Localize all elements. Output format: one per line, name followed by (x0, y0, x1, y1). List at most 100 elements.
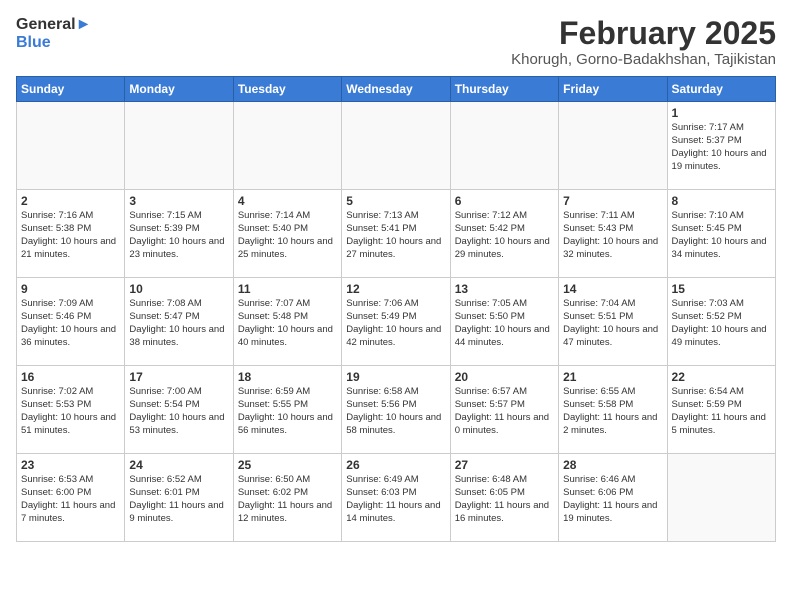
day-info: Sunrise: 6:49 AM Sunset: 6:03 PM Dayligh… (346, 474, 445, 525)
day-cell: 6 Sunrise: 7:12 AM Sunset: 5:42 PM Daylig… (450, 190, 558, 278)
calendar-title: February 2025 (511, 16, 776, 51)
day-number: 24 (129, 458, 228, 472)
day-info: Sunrise: 6:57 AM Sunset: 5:57 PM Dayligh… (455, 386, 554, 437)
day-cell: 12Sunrise: 7:06 AM Sunset: 5:49 PM Dayli… (342, 278, 450, 366)
day-cell (559, 102, 667, 190)
day-number: 21 (563, 370, 662, 384)
day-number: 9 (21, 282, 120, 296)
day-info: Sunrise: 7:07 AM Sunset: 5:48 PM Dayligh… (238, 298, 337, 349)
day-cell (233, 102, 341, 190)
page-header: General► Blue February 2025 Khorugh, Gor… (16, 16, 776, 68)
day-info: Sunrise: 7:09 AM Sunset: 5:46 PM Dayligh… (21, 298, 120, 349)
day-cell: 27 Sunrise: 6:48 AM Sunset: 6:05 PM Dayli… (450, 454, 558, 542)
day-cell: 2 Sunrise: 7:16 AM Sunset: 5:38 PM Daylig… (17, 190, 125, 278)
day-cell: 28 Sunrise: 6:46 AM Sunset: 6:06 PM Dayli… (559, 454, 667, 542)
day-info: Sunrise: 6:52 AM Sunset: 6:01 PM Dayligh… (129, 474, 228, 525)
day-number: 26 (346, 458, 445, 472)
day-cell: 25 Sunrise: 6:50 AM Sunset: 6:02 PM Dayli… (233, 454, 341, 542)
calendar-subtitle: Khorugh, Gorno-Badakhshan, Tajikistan (511, 51, 776, 68)
day-info: Sunrise: 7:13 AM Sunset: 5:41 PM Dayligh… (346, 210, 445, 261)
day-cell: 13 Sunrise: 7:05 AM Sunset: 5:50 PM Dayli… (450, 278, 558, 366)
day-cell: 22 Sunrise: 6:54 AM Sunset: 5:59 PM Dayli… (667, 366, 775, 454)
day-cell: 10Sunrise: 7:08 AM Sunset: 5:47 PM Dayli… (125, 278, 233, 366)
day-cell (17, 102, 125, 190)
day-cell: 11 Sunrise: 7:07 AM Sunset: 5:48 PM Dayli… (233, 278, 341, 366)
day-info: Sunrise: 7:06 AM Sunset: 5:49 PM Dayligh… (346, 298, 445, 349)
day-number: 7 (563, 194, 662, 208)
title-block: February 2025 Khorugh, Gorno-Badakhshan,… (511, 16, 776, 68)
day-info: Sunrise: 6:59 AM Sunset: 5:55 PM Dayligh… (238, 386, 337, 437)
day-number: 23 (21, 458, 120, 472)
day-number: 13 (455, 282, 554, 296)
day-info: Sunrise: 7:10 AM Sunset: 5:45 PM Dayligh… (672, 210, 771, 261)
day-cell: 8 Sunrise: 7:10 AM Sunset: 5:45 PM Daylig… (667, 190, 775, 278)
day-number: 2 (21, 194, 120, 208)
week-row-3: 16 Sunrise: 7:02 AM Sunset: 5:53 PM Dayli… (17, 366, 776, 454)
day-number: 22 (672, 370, 771, 384)
day-info: Sunrise: 6:58 AM Sunset: 5:56 PM Dayligh… (346, 386, 445, 437)
day-info: Sunrise: 7:15 AM Sunset: 5:39 PM Dayligh… (129, 210, 228, 261)
col-sunday: Sunday (17, 77, 125, 102)
day-cell: 26 Sunrise: 6:49 AM Sunset: 6:03 PM Dayli… (342, 454, 450, 542)
day-cell: 23 Sunrise: 6:53 AM Sunset: 6:00 PM Dayli… (17, 454, 125, 542)
day-info: Sunrise: 7:03 AM Sunset: 5:52 PM Dayligh… (672, 298, 771, 349)
day-number: 27 (455, 458, 554, 472)
day-cell: 21 Sunrise: 6:55 AM Sunset: 5:58 PM Dayli… (559, 366, 667, 454)
day-cell: 3 Sunrise: 7:15 AM Sunset: 5:39 PM Daylig… (125, 190, 233, 278)
day-info: Sunrise: 6:50 AM Sunset: 6:02 PM Dayligh… (238, 474, 337, 525)
week-row-0: 1 Sunrise: 7:17 AM Sunset: 5:37 PM Daylig… (17, 102, 776, 190)
day-info: Sunrise: 6:46 AM Sunset: 6:06 PM Dayligh… (563, 474, 662, 525)
col-thursday: Thursday (450, 77, 558, 102)
col-tuesday: Tuesday (233, 77, 341, 102)
day-cell: 24 Sunrise: 6:52 AM Sunset: 6:01 PM Dayli… (125, 454, 233, 542)
day-number: 16 (21, 370, 120, 384)
day-cell: 1 Sunrise: 7:17 AM Sunset: 5:37 PM Daylig… (667, 102, 775, 190)
day-info: Sunrise: 6:53 AM Sunset: 6:00 PM Dayligh… (21, 474, 120, 525)
day-cell: 18 Sunrise: 6:59 AM Sunset: 5:55 PM Dayli… (233, 366, 341, 454)
day-info: Sunrise: 6:55 AM Sunset: 5:58 PM Dayligh… (563, 386, 662, 437)
day-number: 17 (129, 370, 228, 384)
day-cell: 4 Sunrise: 7:14 AM Sunset: 5:40 PM Daylig… (233, 190, 341, 278)
day-cell: 9 Sunrise: 7:09 AM Sunset: 5:46 PM Daylig… (17, 278, 125, 366)
day-cell (342, 102, 450, 190)
day-info: Sunrise: 7:14 AM Sunset: 5:40 PM Dayligh… (238, 210, 337, 261)
day-info: Sunrise: 7:11 AM Sunset: 5:43 PM Dayligh… (563, 210, 662, 261)
day-number: 11 (238, 282, 337, 296)
day-cell: 16 Sunrise: 7:02 AM Sunset: 5:53 PM Dayli… (17, 366, 125, 454)
day-info: Sunrise: 7:16 AM Sunset: 5:38 PM Dayligh… (21, 210, 120, 261)
col-friday: Friday (559, 77, 667, 102)
day-number: 8 (672, 194, 771, 208)
day-cell (667, 454, 775, 542)
col-monday: Monday (125, 77, 233, 102)
day-info: Sunrise: 6:54 AM Sunset: 5:59 PM Dayligh… (672, 386, 771, 437)
day-info: Sunrise: 7:17 AM Sunset: 5:37 PM Dayligh… (672, 122, 771, 173)
day-number: 1 (672, 106, 771, 120)
day-number: 25 (238, 458, 337, 472)
day-cell: 5 Sunrise: 7:13 AM Sunset: 5:41 PM Daylig… (342, 190, 450, 278)
week-row-1: 2 Sunrise: 7:16 AM Sunset: 5:38 PM Daylig… (17, 190, 776, 278)
day-number: 20 (455, 370, 554, 384)
day-cell: 17Sunrise: 7:00 AM Sunset: 5:54 PM Dayli… (125, 366, 233, 454)
day-info: Sunrise: 7:02 AM Sunset: 5:53 PM Dayligh… (21, 386, 120, 437)
col-saturday: Saturday (667, 77, 775, 102)
day-number: 3 (129, 194, 228, 208)
week-row-4: 23 Sunrise: 6:53 AM Sunset: 6:00 PM Dayli… (17, 454, 776, 542)
col-wednesday: Wednesday (342, 77, 450, 102)
day-cell: 15Sunrise: 7:03 AM Sunset: 5:52 PM Dayli… (667, 278, 775, 366)
day-cell (450, 102, 558, 190)
day-info: Sunrise: 7:12 AM Sunset: 5:42 PM Dayligh… (455, 210, 554, 261)
day-number: 6 (455, 194, 554, 208)
day-number: 4 (238, 194, 337, 208)
day-number: 14 (563, 282, 662, 296)
logo: General► Blue (16, 16, 91, 51)
day-number: 5 (346, 194, 445, 208)
week-row-2: 9 Sunrise: 7:09 AM Sunset: 5:46 PM Daylig… (17, 278, 776, 366)
day-info: Sunrise: 7:05 AM Sunset: 5:50 PM Dayligh… (455, 298, 554, 349)
header-row: Sunday Monday Tuesday Wednesday Thursday… (17, 77, 776, 102)
day-info: Sunrise: 7:04 AM Sunset: 5:51 PM Dayligh… (563, 298, 662, 349)
calendar-table: Sunday Monday Tuesday Wednesday Thursday… (16, 76, 776, 542)
day-number: 28 (563, 458, 662, 472)
day-number: 19 (346, 370, 445, 384)
day-info: Sunrise: 6:48 AM Sunset: 6:05 PM Dayligh… (455, 474, 554, 525)
day-number: 18 (238, 370, 337, 384)
